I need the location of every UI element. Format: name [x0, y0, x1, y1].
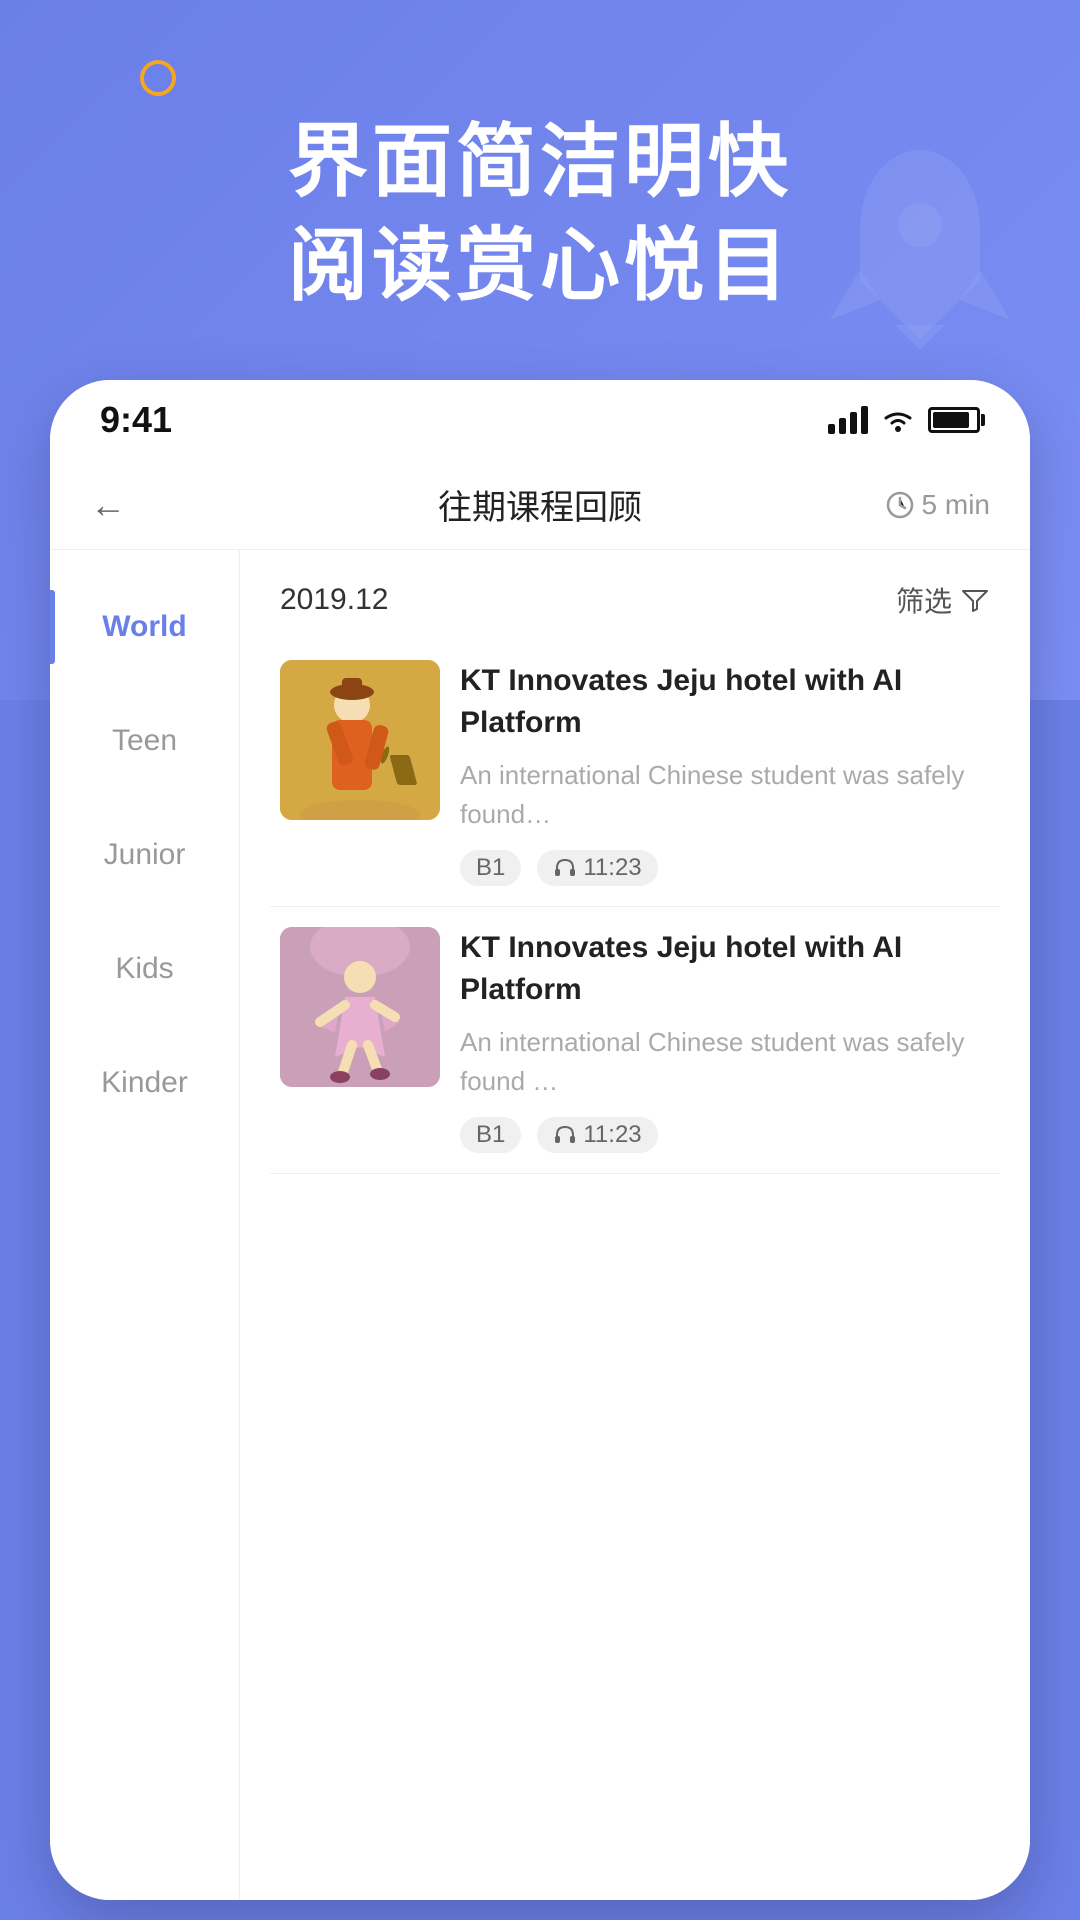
article-duration-2: 11:23 — [537, 1117, 657, 1153]
section-header: 2019.12 筛选 — [270, 550, 1000, 640]
duration-text: 5 min — [922, 489, 990, 521]
nav-title: 往期课程回顾 — [438, 480, 642, 529]
section-date: 2019.12 — [280, 583, 388, 617]
duration-indicator: 5 min — [886, 489, 990, 521]
article-card-2[interactable]: KT Innovates Jeju hotel with AI Platform… — [270, 907, 1000, 1174]
battery-icon — [928, 407, 980, 433]
headphone-icon-1 — [553, 858, 577, 878]
filter-button[interactable]: 筛选 — [896, 580, 990, 620]
back-button[interactable]: ← — [90, 484, 126, 526]
status-bar: 9:41 — [50, 380, 1030, 460]
article-thumbnail-2 — [280, 927, 440, 1087]
hero-line2: 阅读赏心悦目 — [0, 214, 1080, 318]
wifi-icon — [880, 406, 916, 434]
sidebar-item-junior[interactable]: Junior — [50, 798, 239, 912]
headphone-icon-2 — [553, 1125, 577, 1145]
filter-label: 筛选 — [896, 580, 952, 620]
article-title-2: KT Innovates Jeju hotel with AI Platform — [460, 927, 990, 1011]
sidebar-item-teen[interactable]: Teen — [50, 684, 239, 798]
category-sidebar: World Teen Junior Kids Kinder — [50, 550, 240, 1900]
status-icons — [828, 406, 980, 434]
sidebar-item-world[interactable]: World — [50, 570, 239, 684]
article-title-1: KT Innovates Jeju hotel with AI Platform — [460, 660, 990, 744]
hero-line1: 界面简洁明快 — [0, 110, 1080, 214]
article-tags-2: B1 11:23 — [460, 1117, 990, 1153]
content-area: World Teen Junior Kids Kinder 2019.12 筛选 — [50, 550, 1030, 1900]
article-tags-1: B1 11:23 — [460, 850, 990, 886]
article-desc-2: An international Chinese student was saf… — [460, 1023, 990, 1101]
hero-section: 界面简洁明快 阅读赏心悦目 — [0, 110, 1080, 318]
article-desc-1: An international Chinese student was saf… — [460, 756, 990, 834]
clock-icon — [886, 491, 914, 519]
article-level-1: B1 — [460, 850, 521, 886]
filter-icon — [960, 585, 990, 615]
sidebar-item-kinder[interactable]: Kinder — [50, 1026, 239, 1140]
article-duration-1: 11:23 — [537, 850, 657, 886]
orange-dot-decoration — [140, 60, 176, 96]
sidebar-item-kids[interactable]: Kids — [50, 912, 239, 1026]
phone-frame: 9:41 ← 往期课程回顾 — [50, 380, 1030, 1900]
status-time: 9:41 — [100, 399, 172, 441]
nav-bar: ← 往期课程回顾 5 min — [50, 460, 1030, 550]
signal-icon — [828, 406, 868, 434]
article-info-2: KT Innovates Jeju hotel with AI Platform… — [460, 927, 990, 1153]
article-card[interactable]: KT Innovates Jeju hotel with AI Platform… — [270, 640, 1000, 907]
article-thumbnail-1 — [280, 660, 440, 820]
article-list: 2019.12 筛选 — [240, 550, 1030, 1900]
article-info-1: KT Innovates Jeju hotel with AI Platform… — [460, 660, 990, 886]
article-level-2: B1 — [460, 1117, 521, 1153]
